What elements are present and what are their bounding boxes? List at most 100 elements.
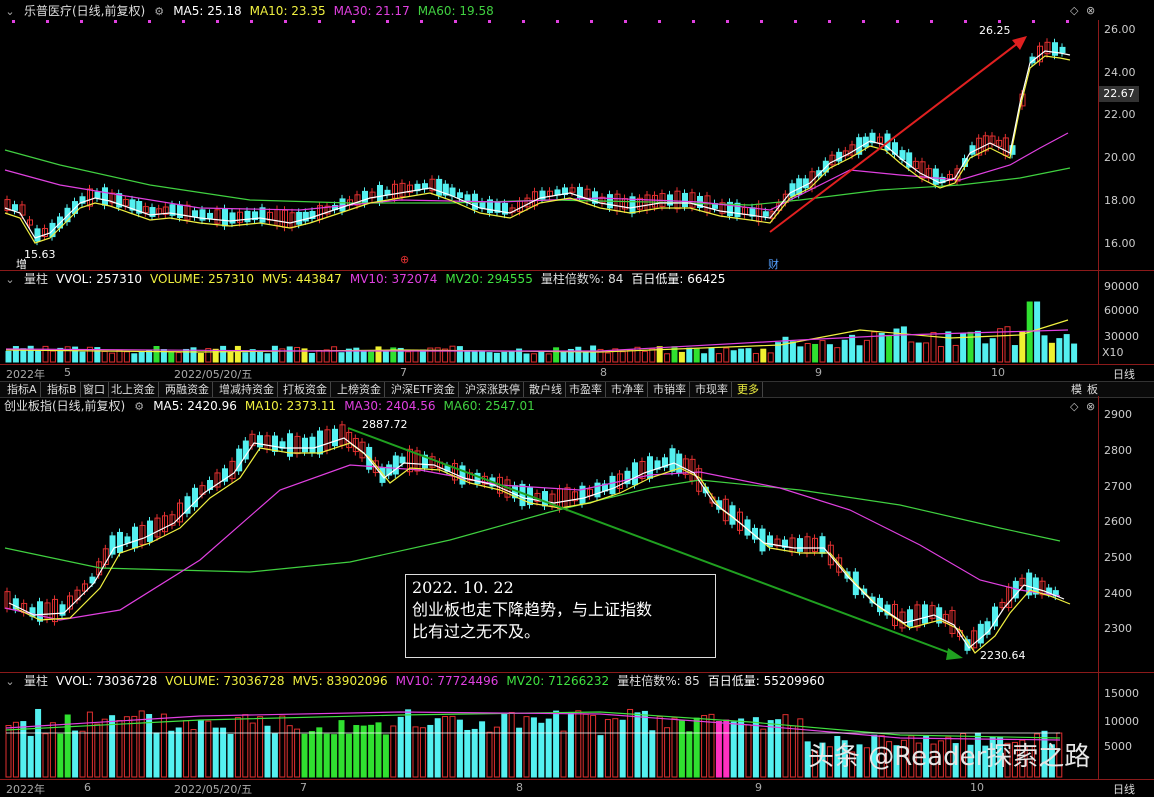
stock-price-tick: 16.00 (1104, 237, 1136, 250)
index-price-tick: 2700 (1104, 480, 1132, 493)
tab-3[interactable]: 北上资金 (108, 382, 159, 397)
top-marker (556, 20, 559, 23)
volume-bar (271, 345, 278, 363)
volume-bar (686, 731, 693, 778)
tab-2[interactable]: 窗口 (80, 382, 109, 397)
volume-bar (508, 711, 515, 778)
tab-7[interactable]: 上榜资金 (334, 382, 385, 397)
tab-11[interactable]: 市盈率 (566, 382, 606, 397)
candle (519, 483, 526, 507)
volume-bar (553, 347, 560, 363)
ma10-line (4, 55, 1071, 244)
candle (102, 187, 108, 206)
x-axis-label: 7 (300, 781, 307, 794)
candle (34, 228, 41, 242)
tab-13[interactable]: 市销率 (650, 382, 690, 397)
volume-bar (1041, 335, 1048, 363)
tab-ban[interactable]: 板 (1084, 382, 1101, 397)
tab-12[interactable]: 市净率 (608, 382, 648, 397)
volume-bar (960, 333, 967, 363)
volume-bar (323, 349, 330, 363)
volume-bar (701, 353, 708, 363)
candle (682, 192, 688, 208)
volume-bar (242, 714, 249, 778)
index-volume-tick: 15000 (1104, 687, 1139, 700)
volume-bar (109, 352, 116, 363)
volume-bar (412, 726, 419, 778)
volume-bar (368, 351, 375, 363)
candle (117, 531, 123, 554)
note-marker[interactable]: ⊕ (400, 253, 409, 266)
volume-bar (486, 352, 493, 363)
volume-bar (730, 721, 737, 778)
index-ma5: MA5: 2420.96 (153, 399, 237, 413)
tab-0[interactable]: 指标A (4, 382, 41, 397)
volume-bar (308, 731, 315, 778)
volume-bar (464, 729, 471, 778)
tab-15[interactable]: 更多 (734, 382, 763, 397)
close-icon[interactable]: ⊗ (1086, 400, 1095, 413)
volume-bar (456, 346, 463, 363)
volume-bar (131, 353, 138, 363)
chevron-down-icon[interactable]: ⌄ (4, 676, 16, 688)
tab-4[interactable]: 两融资金 (162, 382, 213, 397)
stock-price-tick: 24.00 (1104, 66, 1136, 79)
top-marker (522, 20, 525, 23)
volume-bar (775, 719, 782, 778)
volume-bar (627, 349, 634, 363)
volume-bar (345, 733, 352, 778)
chevron-down-icon[interactable]: ⌄ (4, 274, 16, 286)
candle (244, 210, 251, 223)
tab-mo[interactable]: 模 (1068, 382, 1085, 397)
volume-bar (641, 710, 648, 778)
volume-bar (678, 351, 685, 363)
volume-bar (175, 727, 182, 778)
tab-10[interactable]: 散户线 (526, 382, 566, 397)
volume-bar (375, 722, 382, 778)
top-marker (658, 20, 661, 23)
volume-bar (530, 717, 537, 778)
tab-8[interactable]: 沪深ETF资金 (388, 382, 459, 397)
volume-bar (693, 348, 700, 363)
settings-icon[interactable]: ⚙ (133, 401, 145, 413)
volume-name[interactable]: 量柱 (24, 272, 48, 286)
volume-bar (767, 720, 774, 778)
volume-bar (900, 326, 907, 363)
period-label-bottom[interactable]: 日线 (1113, 781, 1135, 797)
volume-bar (412, 349, 419, 363)
diamond-icon[interactable]: ◇ (1070, 400, 1078, 413)
ivolume-name[interactable]: 量柱 (24, 674, 48, 688)
tab-6[interactable]: 打板资金 (280, 382, 331, 397)
index-price-tick: 2300 (1104, 622, 1132, 635)
volume-bar (160, 713, 167, 778)
volume-bar (567, 711, 574, 778)
candle (789, 183, 796, 197)
volume-bar (175, 352, 182, 363)
index-name[interactable]: 创业板指(日线,前复权) (4, 399, 125, 413)
volume-bar (397, 716, 404, 778)
index-volume-tick: 10000 (1104, 715, 1139, 728)
annotation-box: 2022. 10. 22 创业板也走下降趋势，与上证指数 比有过之无不及。 (405, 574, 716, 658)
volume-bar (456, 719, 463, 778)
volume-bar (745, 348, 752, 363)
volume-bar (760, 728, 767, 778)
tab-5[interactable]: 增减持资金 (216, 382, 278, 397)
tab-9[interactable]: 沪深涨跌停 (462, 382, 524, 397)
volume-bar (560, 350, 567, 363)
x-axis-label: 2022/05/20/五 (174, 783, 253, 796)
stock-price-tick: 22.00 (1104, 108, 1136, 121)
volume-bar (331, 734, 338, 778)
candle (436, 178, 443, 196)
volume-bar (168, 352, 175, 363)
x-axis-label: 2022年 (6, 783, 45, 796)
volume-bar (738, 348, 745, 363)
volume-bar (212, 727, 219, 778)
period-label[interactable]: 日线 (1113, 366, 1135, 382)
volume-bar (886, 334, 893, 363)
volume-bar (789, 725, 796, 778)
tab-14[interactable]: 市现率 (692, 382, 732, 397)
volume-bar (582, 713, 589, 778)
top-marker (216, 20, 219, 23)
candle (377, 184, 383, 203)
tab-1[interactable]: 指标B (44, 382, 81, 397)
